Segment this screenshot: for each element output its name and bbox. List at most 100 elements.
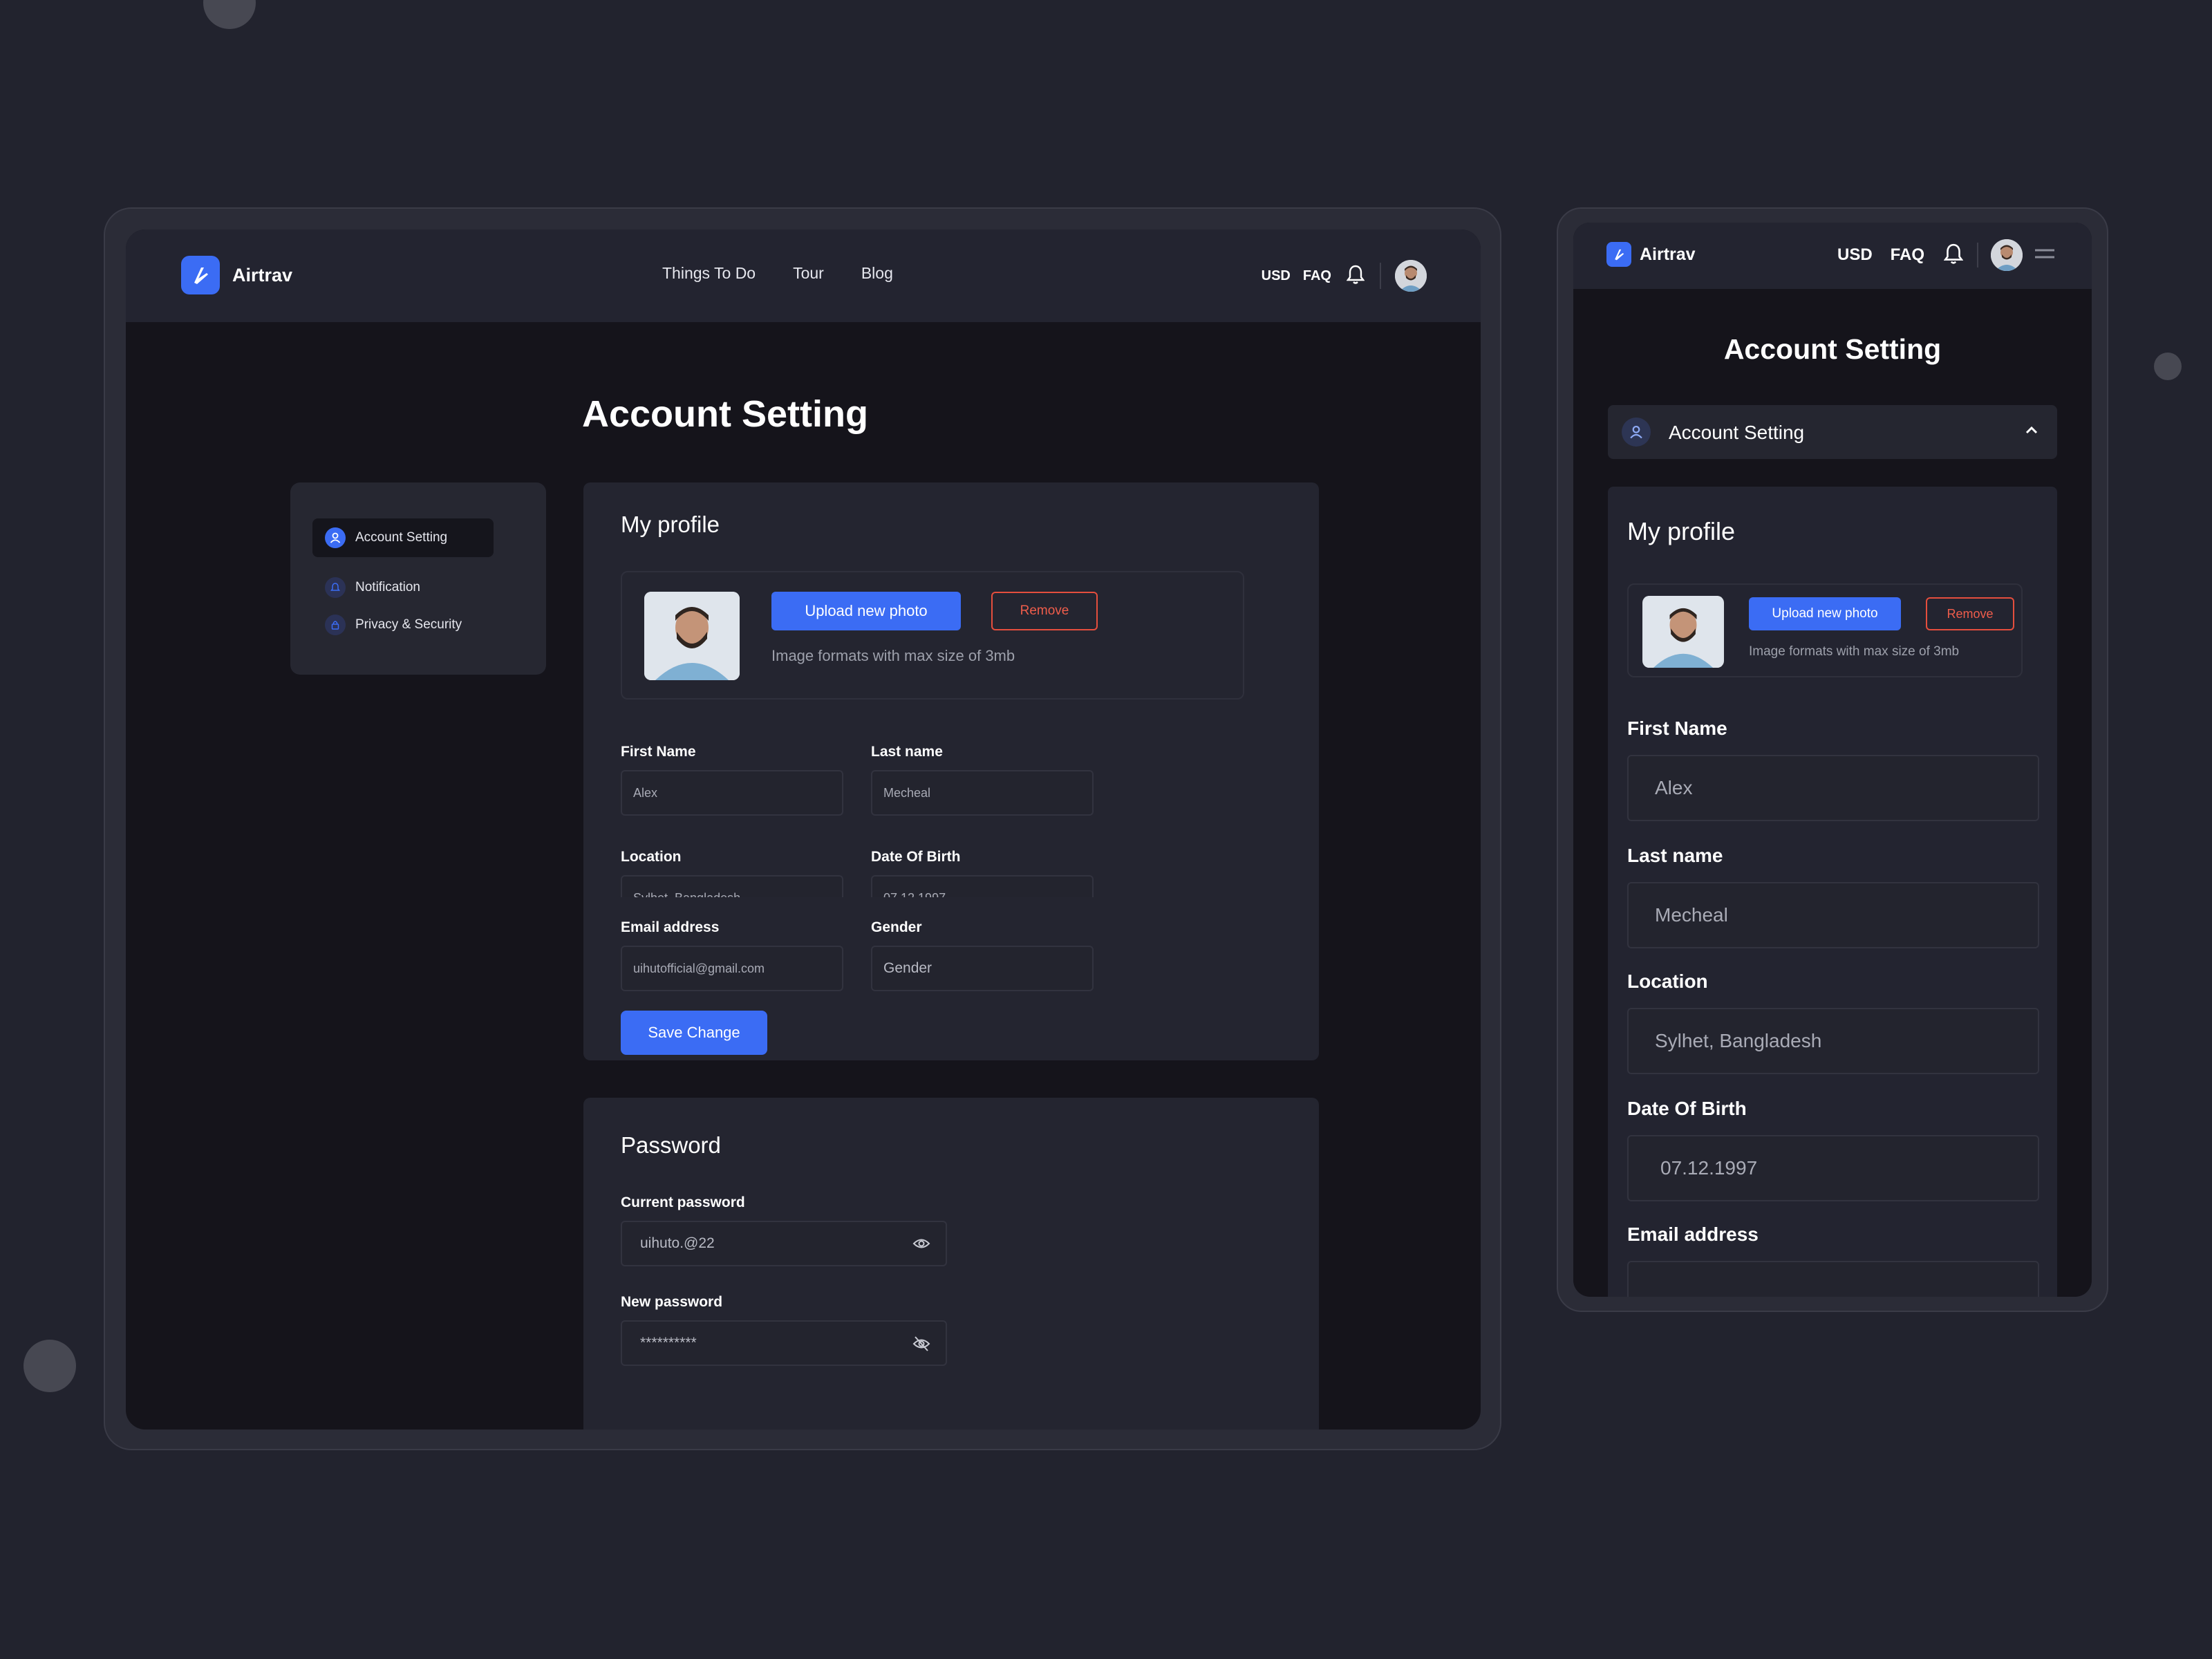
sidebar-item-account-setting[interactable]: Account Setting (312, 518, 494, 557)
current-password-label: Current password (621, 1194, 745, 1210)
page-title: Account Setting (1723, 333, 1942, 365)
last-name-field[interactable]: Mecheal (1627, 882, 2039, 948)
gender-select[interactable]: Gender (871, 946, 1094, 991)
faq-link[interactable]: FAQ (1891, 245, 1924, 265)
email-value: uihutofficial@gmail.com (633, 961, 765, 975)
profile-card: My profile Upload new photo Remove Image… (1608, 487, 2057, 1297)
decorative-circle (24, 1340, 76, 1392)
photo-upload-box: Upload new photo Remove Image formats wi… (1627, 583, 2023, 677)
brand-name: Airtrav (232, 264, 293, 285)
dob-field[interactable]: 07.12.1997 (1627, 1135, 2039, 1201)
dob-label: Date Of Birth (871, 849, 961, 865)
chevron-up-icon[interactable] (2024, 424, 2039, 439)
decorative-circle (203, 0, 256, 29)
upload-photo-button[interactable]: Upload new photo (771, 592, 961, 630)
password-card: Password Current password uihuto.@22 New… (583, 1098, 1319, 1430)
hamburger-menu-icon[interactable] (2034, 246, 2056, 265)
brand-name: Airtrav (1640, 244, 1696, 264)
new-password-label: New password (621, 1294, 723, 1310)
photo-upload-box: Upload new photo Remove Image formats wi… (621, 571, 1244, 700)
remove-photo-button[interactable]: Remove (1926, 597, 2014, 630)
mobile-device-frame: Airtrav USD FAQ Account Setting Account … (1557, 207, 2108, 1312)
card-title: My profile (621, 512, 720, 537)
divider (1380, 263, 1381, 289)
eye-off-icon[interactable] (912, 1335, 930, 1356)
sidebar-item-notification[interactable]: Notification (312, 568, 420, 607)
page-title: Account Setting (582, 393, 868, 435)
navbar-actions: USD FAQ (1837, 239, 2056, 271)
currency-selector[interactable]: USD (1262, 268, 1291, 284)
first-name-label: First Name (1627, 718, 1727, 739)
remove-photo-button[interactable]: Remove (991, 592, 1098, 630)
profile-card-extension: Email address uihutofficial@gmail.com Ge… (583, 897, 1319, 1060)
bell-icon (325, 577, 346, 598)
first-name-field[interactable]: Alex (1627, 755, 2039, 821)
eye-icon[interactable] (912, 1236, 930, 1255)
sidebar-item-label: Privacy & Security (355, 617, 462, 632)
bell-icon[interactable] (1346, 264, 1365, 288)
last-name-field[interactable]: Mecheal (871, 770, 1094, 816)
last-name-label: Last name (1627, 845, 1723, 866)
current-password-value: uihuto.@22 (640, 1235, 715, 1251)
save-change-button[interactable]: Save Change (621, 1011, 767, 1055)
settings-accordion[interactable]: Account Setting (1608, 405, 2057, 459)
brand-logo[interactable]: Airtrav (1606, 242, 1696, 267)
desktop-screen: Airtrav Things To Do Tour Blog USD FAQ A… (126, 229, 1481, 1430)
location-value: Sylhet, Bangladesh (1655, 1030, 1822, 1051)
location-field[interactable]: Sylhet, Bangladesh (1627, 1008, 2039, 1074)
user-icon (325, 527, 346, 548)
profile-photo (1642, 596, 1724, 668)
gender-label: Gender (871, 919, 922, 935)
lock-icon (325, 615, 346, 635)
card-title: My profile (1627, 517, 1736, 545)
new-password-field[interactable]: ********** (621, 1320, 947, 1366)
upload-hint: Image formats with max size of 3mb (1749, 644, 1960, 659)
location-label: Location (621, 849, 682, 865)
upload-hint: Image formats with max size of 3mb (771, 647, 1015, 664)
profile-card: My profile Upload new photo Remove Image… (583, 482, 1319, 921)
logo-icon (1606, 242, 1631, 267)
main-menu: Things To Do Tour Blog (662, 264, 930, 283)
email-field[interactable] (1627, 1261, 2039, 1297)
new-password-value: ********** (640, 1335, 697, 1351)
current-password-field[interactable]: uihuto.@22 (621, 1221, 947, 1266)
profile-photo (644, 592, 740, 680)
brand-logo[interactable]: Airtrav (181, 256, 292, 294)
email-label: Email address (1627, 1224, 1759, 1245)
logo-icon (181, 256, 220, 294)
first-name-label: First Name (621, 744, 696, 760)
nav-link-tour[interactable]: Tour (793, 264, 824, 283)
top-navbar: Airtrav Things To Do Tour Blog USD FAQ (126, 229, 1481, 322)
nav-link-things-to-do[interactable]: Things To Do (662, 264, 756, 283)
accordion-label: Account Setting (1669, 422, 1805, 443)
last-name-label: Last name (871, 744, 943, 760)
avatar[interactable] (1395, 260, 1427, 292)
bell-icon[interactable] (1943, 243, 1964, 268)
currency-selector[interactable]: USD (1837, 245, 1873, 265)
faq-link[interactable]: FAQ (1303, 268, 1331, 284)
divider (1977, 243, 1978, 268)
last-name-value: Mecheal (883, 785, 931, 800)
mobile-screen: Airtrav USD FAQ Account Setting Account … (1573, 223, 2092, 1297)
sidebar-item-label: Notification (355, 580, 420, 594)
dob-label: Date Of Birth (1627, 1098, 1747, 1119)
sidebar-item-privacy-security[interactable]: Privacy & Security (312, 606, 462, 644)
gender-value: Gender (883, 960, 932, 976)
dob-value: 07.12.1997 (1660, 1157, 1758, 1179)
last-name-value: Mecheal (1655, 904, 1728, 926)
upload-photo-button[interactable]: Upload new photo (1749, 597, 1901, 630)
user-icon (1622, 418, 1651, 447)
mobile-navbar: Airtrav USD FAQ (1573, 223, 2092, 289)
decorative-circle (2154, 353, 2182, 380)
location-label: Location (1627, 971, 1708, 992)
first-name-field[interactable]: Alex (621, 770, 843, 816)
card-title: Password (621, 1132, 721, 1158)
first-name-value: Alex (633, 785, 658, 800)
email-field[interactable]: uihutofficial@gmail.com (621, 946, 843, 991)
settings-sidebar: Account Setting Notification Privacy & S… (290, 482, 546, 675)
first-name-value: Alex (1655, 777, 1693, 798)
navbar-actions: USD FAQ (1249, 260, 1427, 292)
avatar[interactable] (1991, 239, 2023, 271)
nav-link-blog[interactable]: Blog (861, 264, 893, 283)
sidebar-item-label: Account Setting (355, 530, 448, 545)
